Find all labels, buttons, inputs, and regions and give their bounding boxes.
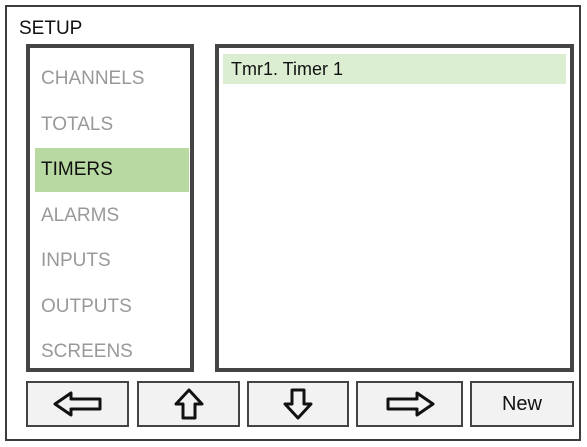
menu-item-timers[interactable]: TIMERS bbox=[35, 148, 189, 192]
arrow-down-icon bbox=[283, 388, 313, 420]
menu-item-screens[interactable]: SCREENS bbox=[35, 330, 189, 374]
right-button[interactable] bbox=[356, 381, 463, 427]
up-button[interactable] bbox=[137, 381, 240, 427]
setup-menu: CHANNELS TOTALS TIMERS ALARMS INPUTS OUT… bbox=[26, 44, 194, 372]
arrow-right-icon bbox=[386, 391, 434, 417]
left-button[interactable] bbox=[26, 381, 129, 427]
menu-item-inputs[interactable]: INPUTS bbox=[35, 239, 189, 283]
arrow-left-icon bbox=[53, 391, 101, 417]
arrow-up-icon bbox=[174, 388, 203, 420]
menu-item-alarms[interactable]: ALARMS bbox=[35, 194, 189, 238]
new-button[interactable]: New bbox=[470, 381, 574, 427]
page-title: SETUP bbox=[19, 18, 83, 39]
menu-item-channels[interactable]: CHANNELS bbox=[35, 57, 189, 101]
new-button-label: New bbox=[501, 392, 542, 415]
menu-item-totals[interactable]: TOTALS bbox=[35, 103, 189, 147]
timers-list: Tmr1. Timer 1 bbox=[215, 44, 574, 372]
down-button[interactable] bbox=[247, 381, 349, 427]
menu-item-outputs[interactable]: OUTPUTS bbox=[35, 285, 189, 329]
list-item-timer-1[interactable]: Tmr1. Timer 1 bbox=[223, 54, 566, 84]
